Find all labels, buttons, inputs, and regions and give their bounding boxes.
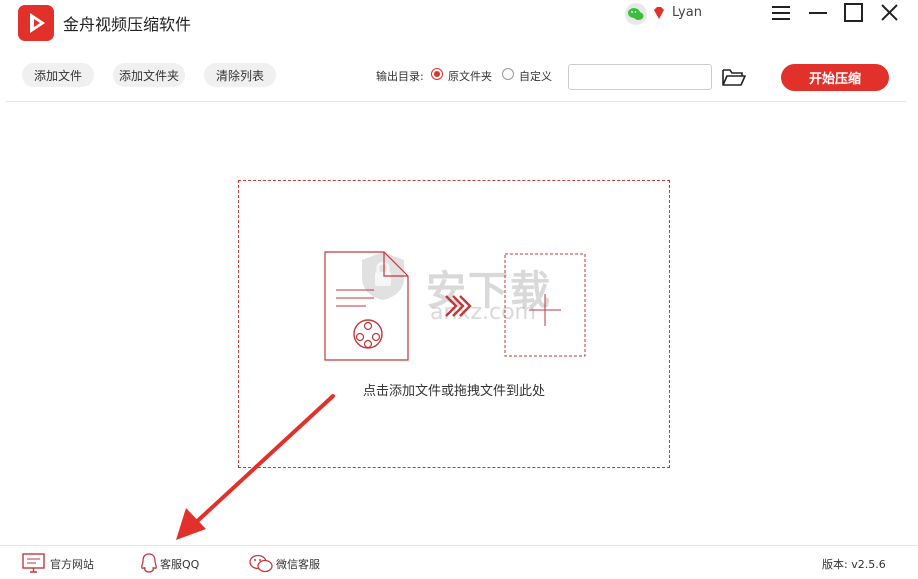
annotation-arrow xyxy=(176,394,335,540)
username[interactable]: Lyan xyxy=(672,5,702,20)
start-compress-button[interactable]: 开始压缩 xyxy=(781,64,889,91)
radio-source-folder[interactable] xyxy=(431,68,443,80)
minimize-icon[interactable] xyxy=(805,2,831,24)
clear-list-button[interactable]: 清除列表 xyxy=(204,63,276,87)
customer-service-qq-label: 客服QQ xyxy=(160,558,200,571)
drop-illustration xyxy=(324,251,586,361)
output-directory-label: 输出目录: xyxy=(376,70,424,83)
customer-service-qq-link[interactable]: 客服QQ xyxy=(140,553,212,573)
vip-diamond-icon xyxy=(652,5,666,19)
wechat-service-icon xyxy=(249,554,273,573)
toolbar-divider xyxy=(6,101,906,102)
wechat-icon[interactable] xyxy=(624,3,648,25)
video-file-icon xyxy=(324,251,409,361)
radio-source-folder-label[interactable]: 原文件夹 xyxy=(448,68,492,84)
target-file-placeholder xyxy=(504,253,586,357)
add-folder-button[interactable]: 添加文件夹 xyxy=(113,63,185,87)
radio-custom-folder-label[interactable]: 自定义 xyxy=(519,68,552,84)
maximize-icon[interactable] xyxy=(841,2,867,24)
menu-icon[interactable] xyxy=(768,2,794,24)
footer-divider xyxy=(0,545,918,546)
monitor-icon xyxy=(22,553,45,573)
output-path-field[interactable] xyxy=(568,64,712,90)
wechat-service-label: 微信客服 xyxy=(276,558,320,571)
official-website-label: 官方网站 xyxy=(50,558,94,571)
arrow-right-icon xyxy=(445,295,472,317)
app-logo-icon xyxy=(18,5,54,41)
close-icon[interactable] xyxy=(877,2,903,24)
qq-icon xyxy=(141,553,157,573)
version-text: 版本: v2.5.6 xyxy=(822,558,886,571)
official-website-link[interactable]: 官方网站 xyxy=(22,553,102,573)
wechat-service-link[interactable]: 微信客服 xyxy=(248,553,328,573)
folder-open-icon[interactable] xyxy=(721,66,747,88)
app-title: 金舟视频压缩软件 xyxy=(63,15,192,34)
add-file-button[interactable]: 添加文件 xyxy=(22,63,94,87)
radio-custom-folder[interactable] xyxy=(502,68,514,80)
